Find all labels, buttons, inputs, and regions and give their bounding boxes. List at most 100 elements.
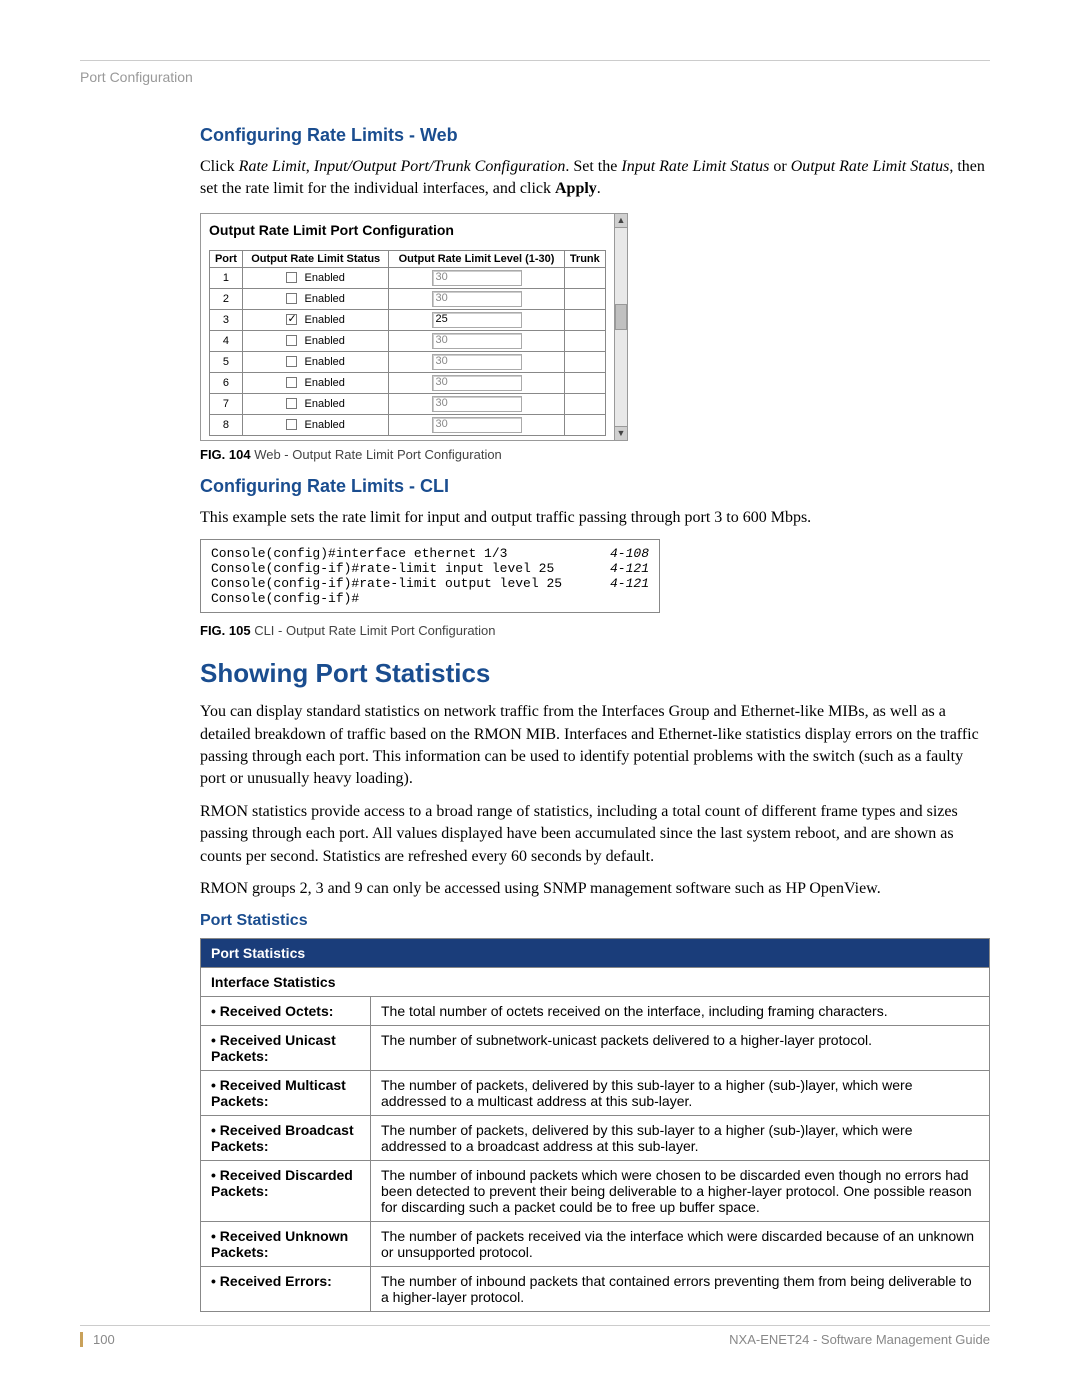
stat-desc: The number of packets, delivered by this… [371,1071,990,1116]
port-cell: 2 [210,288,243,309]
enabled-checkbox[interactable] [286,335,297,346]
para-config-cli: This example sets the rate limit for inp… [200,507,990,529]
screenshot-title: Output Rate Limit Port Configuration [209,222,606,238]
port-statistics-table: Port Statistics Interface Statistics • R… [200,938,990,1312]
level-input[interactable]: 25 [432,312,522,328]
heading-config-cli: Configuring Rate Limits - CLI [200,476,990,497]
enabled-label: Enabled [301,398,344,410]
enabled-checkbox[interactable] [286,314,297,325]
trunk-cell [564,267,605,288]
table-row: 4 Enabled30 [210,330,606,351]
heading-port-statistics: Port Statistics [200,912,990,930]
rate-limit-table: Port Output Rate Limit Status Output Rat… [209,250,606,436]
status-cell: Enabled [242,351,389,372]
status-cell: Enabled [242,267,389,288]
level-cell: 30 [389,288,564,309]
stat-desc: The number of packets received via the i… [371,1222,990,1267]
screenshot-output-rate-limit: Output Rate Limit Port Configuration Por… [200,213,615,441]
enabled-checkbox[interactable] [286,356,297,367]
port-cell: 7 [210,393,243,414]
level-cell: 30 [389,330,564,351]
port-cell: 5 [210,351,243,372]
level-input[interactable]: 30 [432,333,522,349]
col-trunk: Trunk [564,250,605,267]
stat-desc: The total number of octets received on t… [371,997,990,1026]
level-input[interactable]: 30 [432,354,522,370]
table-row: • Received Discarded Packets:The number … [201,1161,990,1222]
status-cell: Enabled [242,393,389,414]
para-config-web: Click Rate Limit, Input/Output Port/Trun… [200,156,990,201]
stats-table-header: Port Statistics [201,939,990,968]
cli-ref: 4-121 [610,576,649,591]
col-status: Output Rate Limit Status [242,250,389,267]
table-row: 5 Enabled 30 [210,351,606,372]
page-number: 100 [80,1332,115,1347]
page-footer: 100 NXA-ENET24 - Software Management Gui… [80,1325,990,1347]
scrollbar[interactable]: ▲ ▼ [614,213,628,441]
stat-label: • Received Broadcast Packets: [201,1116,371,1161]
enabled-label: Enabled [301,356,344,368]
stat-label: • Received Discarded Packets: [201,1161,371,1222]
enabled-label: Enabled [301,272,344,284]
table-row: • Received Broadcast Packets:The number … [201,1116,990,1161]
cli-command: Console(config-if)#rate-limit input leve… [211,561,554,576]
trunk-cell [564,393,605,414]
table-row: • Received Unknown Packets:The number of… [201,1222,990,1267]
breadcrumb: Port Configuration [80,69,990,85]
status-cell: Enabled [242,414,389,435]
table-row: 2 Enabled 30 [210,288,606,309]
stat-label: • Received Unknown Packets: [201,1222,371,1267]
fig-104-caption: FIG. 104 Web - Output Rate Limit Port Co… [200,447,990,462]
trunk-cell [564,309,605,330]
scroll-up-icon[interactable]: ▲ [615,214,627,228]
enabled-checkbox[interactable] [286,398,297,409]
level-input[interactable]: 30 [432,417,522,433]
table-row: • Received Errors:The number of inbound … [201,1267,990,1312]
table-row: 8 Enabled 30 [210,414,606,435]
scroll-thumb[interactable] [615,304,627,330]
level-input[interactable]: 30 [432,270,522,286]
level-cell: 25 [389,309,564,330]
stats-table-subheader: Interface Statistics [201,968,990,997]
stats-p1: You can display standard statistics on n… [200,701,990,791]
status-cell: Enabled [242,330,389,351]
cli-ref: 4-108 [610,546,649,561]
heading-config-web: Configuring Rate Limits - Web [200,125,990,146]
status-cell: Enabled [242,288,389,309]
port-cell: 6 [210,372,243,393]
enabled-checkbox[interactable] [286,419,297,430]
cli-ref: 4-121 [610,561,649,576]
cli-output: Console(config)#interface ethernet 1/3 4-… [200,539,660,613]
enabled-checkbox[interactable] [286,293,297,304]
trunk-cell [564,351,605,372]
port-cell: 8 [210,414,243,435]
stat-desc: The number of inbound packets that conta… [371,1267,990,1312]
scroll-down-icon[interactable]: ▼ [615,426,627,440]
enabled-checkbox[interactable] [286,377,297,388]
stat-label: • Received Errors: [201,1267,371,1312]
trunk-cell [564,288,605,309]
stats-p3: RMON groups 2, 3 and 9 can only be acces… [200,878,990,900]
cli-line: Console(config-if)# [211,591,649,606]
enabled-checkbox[interactable] [286,272,297,283]
stat-label: • Received Octets: [201,997,371,1026]
enabled-label: Enabled [301,335,344,347]
level-cell: 30 [389,351,564,372]
table-row: 3 Enabled 25 [210,309,606,330]
port-cell: 1 [210,267,243,288]
col-level: Output Rate Limit Level (1-30) [389,250,564,267]
stat-label: • Received Multicast Packets: [201,1071,371,1116]
status-cell: Enabled [242,309,389,330]
level-input[interactable]: 30 [432,396,522,412]
level-input[interactable]: 30 [432,375,522,391]
cli-command: Console(config)#interface ethernet 1/3 [211,546,507,561]
stat-desc: The number of subnetwork-unicast packets… [371,1026,990,1071]
doc-title: NXA-ENET24 - Software Management Guide [729,1332,990,1347]
heading-showing-stats: Showing Port Statistics [200,658,990,689]
level-cell: 30 [389,393,564,414]
level-input[interactable]: 30 [432,291,522,307]
fig-105-caption: FIG. 105 CLI - Output Rate Limit Port Co… [200,623,990,638]
stat-desc: The number of packets, delivered by this… [371,1116,990,1161]
enabled-label: Enabled [301,419,344,431]
port-cell: 3 [210,309,243,330]
